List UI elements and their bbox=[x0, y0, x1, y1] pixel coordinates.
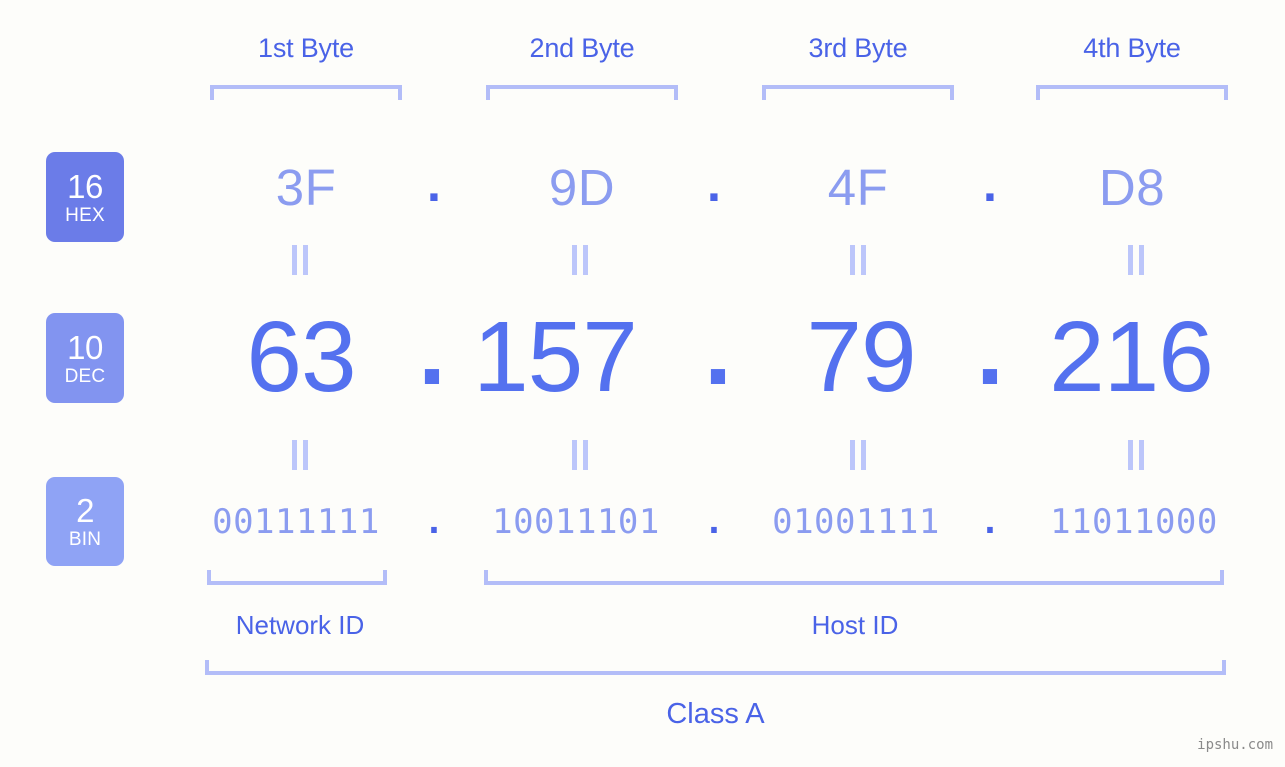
base-badge-bin-number: 2 bbox=[76, 492, 94, 529]
byte-bracket-2 bbox=[486, 85, 678, 100]
base-badge-dec: 10 DEC bbox=[46, 313, 124, 403]
base-badge-dec-name: DEC bbox=[64, 365, 106, 387]
hex-octet-2: 9D bbox=[548, 159, 616, 216]
network-id-label: Network ID bbox=[235, 610, 365, 640]
bin-octet-1: 00111111 bbox=[212, 502, 380, 542]
hex-octet-3: 4F bbox=[827, 159, 889, 216]
byte-header-label-3: 3rd Byte bbox=[808, 33, 908, 63]
hex-separator-3: . bbox=[982, 155, 998, 212]
class-bracket bbox=[205, 660, 1226, 675]
base-badge-dec-number: 10 bbox=[67, 328, 103, 366]
dec-separator-2: . bbox=[704, 294, 732, 406]
byte-bracket-1 bbox=[210, 85, 402, 100]
dec-octet-2: 157 bbox=[473, 301, 638, 413]
byte-header-label-4: 4th Byte bbox=[1083, 33, 1181, 63]
bin-octet-4: 11011000 bbox=[1050, 502, 1218, 542]
hex-separator-1: . bbox=[426, 155, 442, 212]
byte-bracket-4 bbox=[1036, 85, 1228, 100]
dec-separator-3: . bbox=[976, 294, 1004, 406]
bin-octet-2: 10011101 bbox=[492, 502, 660, 542]
hex-separator-2: . bbox=[706, 155, 722, 212]
class-label: Class A bbox=[666, 698, 765, 730]
base-badge-hex-number: 16 bbox=[67, 167, 103, 205]
dec-octet-3: 79 bbox=[806, 301, 916, 413]
network-id-bracket bbox=[207, 570, 387, 585]
equality-mark-hex-dec-2 bbox=[571, 245, 589, 275]
base-badge-hex-name: HEX bbox=[65, 204, 105, 226]
dec-octet-1: 63 bbox=[246, 301, 356, 413]
site-watermark: ipshu.com bbox=[1197, 737, 1273, 753]
base-badge-bin: 2 BIN bbox=[46, 477, 124, 566]
bin-octet-3: 01001111 bbox=[772, 502, 940, 542]
equality-mark-dec-bin-2 bbox=[571, 440, 589, 470]
byte-header-label-2: 2nd Byte bbox=[529, 33, 635, 63]
base-badge-bin-name: BIN bbox=[68, 529, 102, 550]
host-id-bracket bbox=[484, 570, 1224, 585]
bin-separator-2: . bbox=[703, 502, 725, 542]
dec-octet-4: 216 bbox=[1049, 301, 1214, 413]
equality-mark-dec-bin-3 bbox=[849, 440, 867, 470]
byte-bracket-3 bbox=[762, 85, 954, 100]
equality-mark-dec-bin-1 bbox=[291, 440, 309, 470]
equality-mark-hex-dec-4 bbox=[1127, 245, 1145, 275]
hex-octet-1: 3F bbox=[275, 159, 337, 216]
hex-octet-4: D8 bbox=[1098, 159, 1166, 216]
equality-mark-dec-bin-4 bbox=[1127, 440, 1145, 470]
equality-mark-hex-dec-3 bbox=[849, 245, 867, 275]
base-badge-hex: 16 HEX bbox=[46, 152, 124, 242]
ip-address-breakdown-diagram: 1st Byte 2nd Byte 3rd Byte 4th Byte 16 H… bbox=[0, 0, 1285, 767]
host-id-label: Host ID bbox=[811, 610, 899, 640]
equality-mark-hex-dec-1 bbox=[291, 245, 309, 275]
bin-separator-3: . bbox=[979, 502, 1001, 542]
byte-header-label-1: 1st Byte bbox=[258, 33, 354, 63]
bin-separator-1: . bbox=[423, 502, 445, 542]
